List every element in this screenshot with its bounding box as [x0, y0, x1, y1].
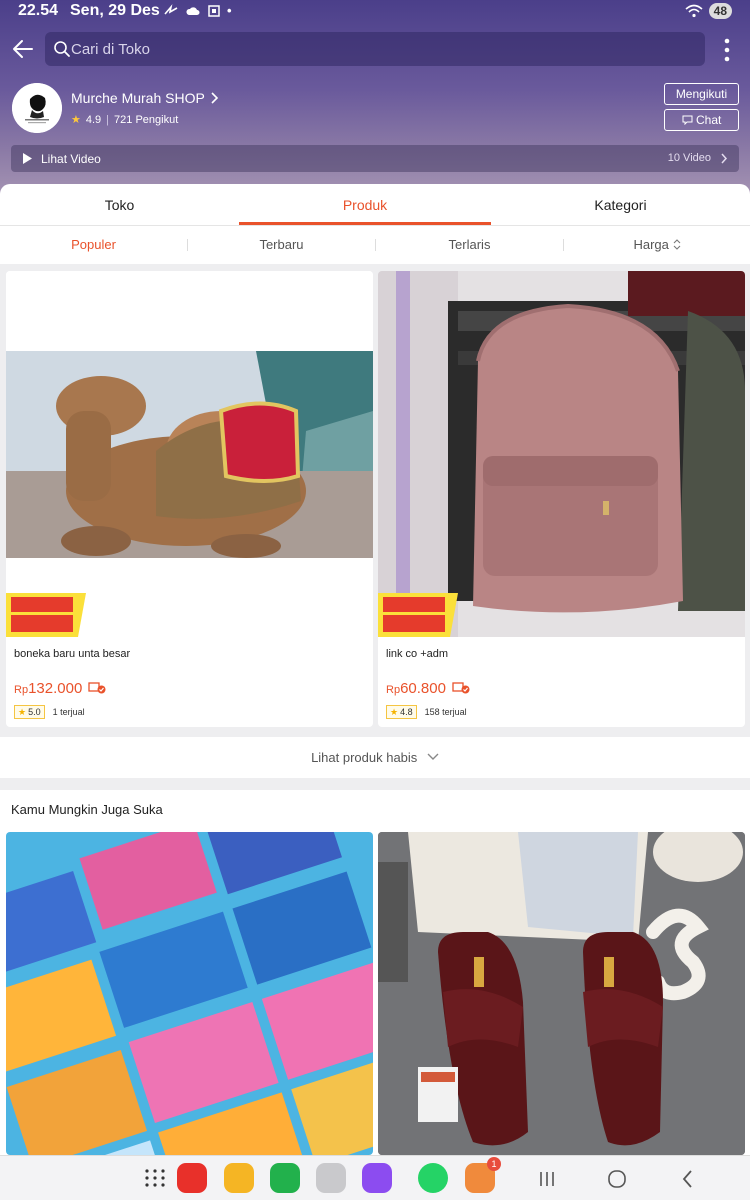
product-card[interactable]: link co +adm Rp 60.800 ★ 4.8 158 terjual: [378, 271, 745, 727]
recommend-image: [378, 832, 745, 1155]
tab-produk[interactable]: Produk: [239, 184, 491, 226]
product-name: boneka baru unta besar: [14, 648, 131, 660]
sort-harga[interactable]: Harga: [564, 226, 750, 264]
sort-terlaris[interactable]: Terlaris: [376, 226, 563, 264]
product-card[interactable]: boneka baru unta besar Rp 132.000 ★ 5.0 …: [6, 271, 373, 727]
follow-button[interactable]: Mengikuti: [664, 83, 739, 105]
product-image: [378, 271, 745, 637]
star-icon: ★: [71, 114, 81, 126]
chevron-right-icon: [211, 92, 218, 104]
status-bar: 22.54 Sen, 29 Des • 48: [0, 0, 750, 24]
cod-truck-icon: [452, 682, 470, 694]
video-strip[interactable]: Lihat Video 10 Video: [11, 145, 739, 172]
sort-terbaru[interactable]: Terbaru: [188, 226, 375, 264]
product-image: [6, 271, 373, 637]
sort-updown-icon: [673, 239, 680, 250]
recent-apps-icon[interactable]: [534, 1166, 560, 1192]
shop-name: Murche Murah SHOP: [71, 90, 205, 106]
tab-toko[interactable]: Toko: [0, 184, 239, 226]
taskbar-dock: 1: [0, 1155, 750, 1200]
recommend-card[interactable]: [378, 832, 745, 1155]
wifi-icon: [685, 4, 703, 18]
shop-rating: 4.9: [85, 113, 102, 126]
sold-count: 158 terjual: [424, 707, 467, 717]
chat-button[interactable]: Chat: [664, 109, 739, 131]
rating-badge: ★ 4.8: [386, 705, 417, 719]
system-indicators: 48: [685, 3, 732, 19]
more-options-icon[interactable]: [717, 36, 737, 64]
price-currency: Rp: [386, 684, 401, 696]
shop-name-link[interactable]: Murche Murah SHOP: [71, 90, 219, 106]
browser-app-icon[interactable]: [362, 1163, 392, 1193]
game-app-icon[interactable]: 1: [465, 1157, 501, 1193]
notification-badge: 1: [487, 1157, 501, 1171]
phone-app-icon[interactable]: [270, 1163, 300, 1193]
sort-bar: Populer Terbaru Terlaris Harga: [0, 226, 750, 264]
search-input[interactable]: [71, 38, 671, 60]
product-name: link co +adm: [386, 648, 449, 660]
chat-bubble-icon: [682, 115, 693, 126]
recommend-grid: [0, 830, 750, 1155]
rating-value: 5.0: [28, 707, 41, 717]
sort-populer[interactable]: Populer: [0, 226, 187, 264]
shop-avatar[interactable]: [12, 83, 62, 133]
shop-followers: 721 Pengikut: [114, 113, 179, 126]
video-label: Lihat Video: [41, 152, 101, 166]
video-count: 10 Video: [667, 152, 711, 164]
shop-stats: ★ 4.9 | 721 Pengikut: [71, 113, 179, 127]
dot-icon: •: [227, 3, 232, 18]
star-icon: ★: [390, 706, 399, 717]
promo-xtra-badge: [378, 593, 458, 637]
back-nav-icon[interactable]: [675, 1166, 701, 1192]
price-amount: 60.800: [400, 680, 446, 697]
folder-app-icon[interactable]: [224, 1163, 254, 1193]
price-amount: 132.000: [28, 680, 83, 697]
shop-tabs: Toko Produk Kategori: [0, 184, 750, 226]
shop-header: 22.54 Sen, 29 Des • 48 Cari di Toko Murc…: [0, 0, 750, 200]
screenshot-icon: [208, 5, 220, 17]
rating-value: 4.8: [400, 707, 413, 717]
apps-grid-icon[interactable]: [140, 1163, 170, 1193]
notification-icons: •: [163, 4, 232, 18]
star-icon: ★: [18, 706, 27, 717]
shop-search-bar[interactable]: [45, 32, 705, 66]
soldout-label: Lihat produk habis: [311, 750, 418, 765]
product-rating-row: ★ 5.0 1 terjual: [14, 705, 85, 719]
cod-truck-icon: [88, 682, 106, 694]
bolt-icon: [164, 4, 178, 15]
play-icon: [23, 153, 32, 164]
home-icon[interactable]: [604, 1166, 630, 1192]
status-time: 22.54: [18, 2, 59, 19]
chevron-down-icon: [427, 753, 439, 760]
recommend-image: [6, 832, 373, 1155]
product-rating-row: ★ 4.8 158 terjual: [386, 705, 467, 719]
rating-badge: ★ 5.0: [14, 705, 45, 719]
notes-app-icon[interactable]: [177, 1163, 207, 1193]
search-icon: [54, 41, 70, 57]
back-arrow-icon[interactable]: [10, 36, 36, 62]
sold-count: 1 terjual: [52, 707, 85, 717]
view-soldout-button[interactable]: Lihat produk habis: [0, 737, 750, 778]
whatsapp-app-icon[interactable]: [418, 1163, 448, 1193]
product-price: Rp 132.000: [14, 679, 106, 697]
separator: |: [106, 113, 110, 126]
battery-indicator: 48: [708, 3, 732, 19]
price-currency: Rp: [14, 684, 29, 696]
camera-app-icon[interactable]: [316, 1163, 346, 1193]
recommend-card[interactable]: [6, 832, 373, 1155]
status-date: Sen, 29 Des: [70, 2, 160, 19]
cloud-icon: [186, 7, 200, 15]
promo-xtra-badge: [6, 593, 86, 637]
sort-harga-label: Harga: [633, 237, 669, 252]
recommend-title: Kamu Mungkin Juga Suka: [0, 790, 750, 830]
active-tab-indicator: [239, 222, 491, 225]
chevron-right-icon: [721, 153, 728, 164]
product-price: Rp 60.800: [386, 679, 470, 697]
chat-label: Chat: [695, 113, 722, 127]
tab-kategori[interactable]: Kategori: [491, 184, 750, 226]
